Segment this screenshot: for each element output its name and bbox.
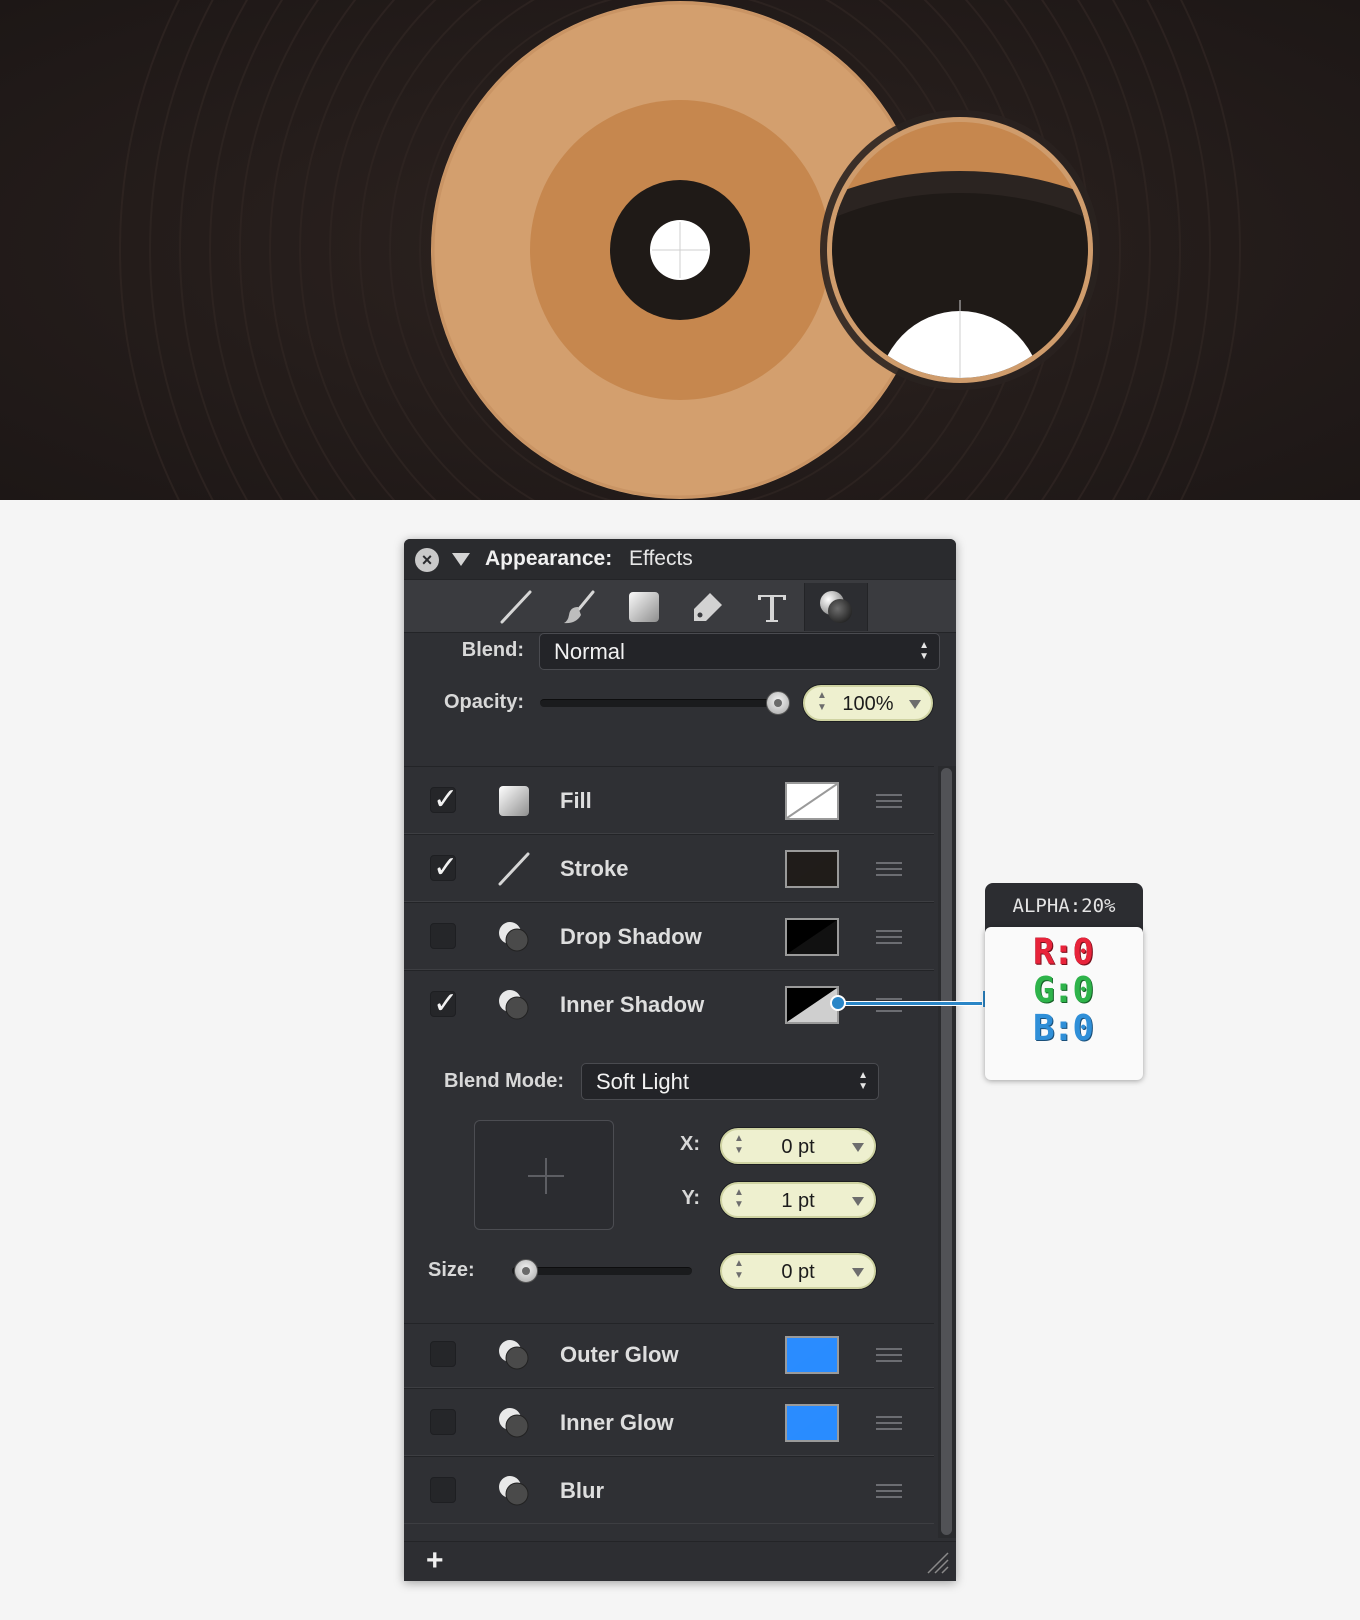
effect-row-blur[interactable]: Blur [404, 1456, 934, 1524]
callout-red-value: R:0 [1033, 932, 1094, 973]
x-label: X: [680, 1133, 700, 1155]
callout-connector [836, 1001, 986, 1006]
size-stepper[interactable]: ▲ ▼ 0 pt [720, 1253, 876, 1289]
opacity-slider[interactable] [540, 699, 778, 707]
drag-handle-icon[interactable] [876, 794, 902, 808]
blend-mode-value: Soft Light [596, 1069, 689, 1094]
outer-glow-checkbox[interactable] [430, 1341, 456, 1367]
inner-glow-color-swatch[interactable] [785, 1404, 839, 1442]
panel-titlebar: × Appearance: Effects [404, 539, 956, 579]
stroke-checkbox[interactable] [430, 850, 458, 885]
blend-select-value: Normal [554, 639, 625, 664]
outer-glow-label: Outer Glow [560, 1342, 679, 1367]
callout-blue-value: B:0 [1033, 1008, 1094, 1049]
callout-body: R:0 G:0 B:0 [985, 927, 1143, 1080]
effect-row-outer-glow[interactable]: Outer Glow [404, 1320, 934, 1388]
effect-icon [496, 1337, 532, 1373]
resize-grip-icon[interactable] [924, 1549, 950, 1575]
panel-title-label: Appearance: [485, 547, 613, 570]
effect-row-drop-shadow[interactable]: Drop Shadow [404, 902, 934, 970]
opacity-label: Opacity: [443, 691, 524, 713]
effect-icon [496, 1405, 532, 1441]
fill-color-swatch[interactable] [785, 782, 839, 820]
color-callout: ALPHA:20% R:0 G:0 B:0 [985, 883, 1143, 1080]
effect-row-fill[interactable]: Fill [404, 766, 934, 834]
drop-shadow-color-swatch[interactable] [785, 918, 839, 956]
outer-glow-color-swatch[interactable] [785, 1336, 839, 1374]
stroke-icon [496, 851, 532, 887]
panel-title-value: Effects [629, 547, 693, 570]
effects-tool-icon[interactable] [804, 583, 868, 631]
blend-mode-select[interactable]: Soft Light ▲ ▼ [581, 1063, 879, 1100]
blur-label: Blur [560, 1478, 604, 1503]
blend-select[interactable]: Normal ▲ ▼ [539, 633, 940, 670]
effect-icon [496, 1473, 532, 1509]
effects-list: Fill Stroke Drop Shadow Inner Shadow Outer G… [404, 766, 956, 1541]
blur-checkbox[interactable] [430, 1477, 456, 1503]
line-tool-icon[interactable] [484, 583, 548, 631]
artwork-canvas [0, 0, 1360, 500]
tag-tool-icon[interactable] [676, 583, 740, 631]
effects-scrollbar[interactable] [938, 766, 956, 1538]
scrollbar-thumb[interactable] [941, 768, 952, 1535]
appearance-toolbar [404, 579, 956, 633]
select-arrows-icon: ▲ ▼ [919, 640, 929, 662]
appearance-panel: × Appearance: Effects Blend: Normal ▲ ▼ O… [404, 539, 956, 1581]
blend-label: Blend: [461, 639, 524, 661]
opacity-slider-knob[interactable] [766, 691, 790, 715]
effect-row-stroke[interactable]: Stroke [404, 834, 934, 902]
fill-icon [496, 783, 532, 819]
inner-shadow-checkbox[interactable] [430, 986, 458, 1021]
blend-mode-label: Blend Mode: [444, 1070, 564, 1092]
effect-icon [496, 987, 532, 1023]
y-label: Y: [681, 1187, 700, 1209]
stroke-color-swatch[interactable] [785, 850, 839, 888]
dropdown-arrow-icon[interactable] [852, 1143, 864, 1152]
y-offset-stepper[interactable]: ▲ ▼ 1 pt [720, 1182, 876, 1218]
callout-green-value: G:0 [1033, 970, 1094, 1011]
select-arrows-icon: ▲ ▼ [858, 1070, 868, 1092]
x-offset-stepper[interactable]: ▲ ▼ 0 pt [720, 1128, 876, 1164]
disclosure-triangle-icon[interactable] [452, 553, 470, 566]
fill-tool-icon[interactable] [612, 583, 676, 631]
drag-handle-icon[interactable] [876, 1484, 902, 1498]
dropdown-arrow-icon[interactable] [909, 700, 921, 709]
inner-shadow-label: Inner Shadow [560, 992, 705, 1017]
size-slider[interactable] [512, 1267, 692, 1275]
fill-label: Fill [560, 788, 592, 813]
drag-handle-icon[interactable] [876, 930, 902, 944]
drag-handle-icon[interactable] [876, 862, 902, 876]
inner-glow-label: Inner Glow [560, 1410, 674, 1435]
crosshair-icon-vertical [545, 1158, 547, 1194]
callout-anchor-dot [830, 995, 846, 1011]
panel-footer: + [404, 1541, 956, 1581]
close-button[interactable]: × [415, 548, 439, 572]
text-tool-icon[interactable] [740, 583, 804, 631]
dropdown-arrow-icon[interactable] [852, 1268, 864, 1277]
callout-alpha-label: ALPHA:20% [985, 883, 1143, 933]
size-label: Size: [428, 1259, 475, 1281]
drag-handle-icon[interactable] [876, 1416, 902, 1430]
opacity-stepper[interactable]: ▲ ▼ 100% [803, 685, 933, 721]
shadow-offset-pad[interactable] [474, 1120, 614, 1230]
inner-shadow-settings: Blend Mode: Soft Light ▲ ▼ X: ▲ ▼ 0 pt Y: ▲ ▼ 1 pt S… [404, 1029, 934, 1324]
dropdown-arrow-icon[interactable] [852, 1197, 864, 1206]
fill-checkbox[interactable] [430, 782, 458, 817]
effect-row-inner-glow[interactable]: Inner Glow [404, 1388, 934, 1456]
drop-shadow-checkbox[interactable] [430, 923, 456, 949]
drop-shadow-label: Drop Shadow [560, 924, 702, 949]
inner-glow-checkbox[interactable] [430, 1409, 456, 1435]
effect-icon [496, 919, 532, 955]
brush-tool-icon[interactable] [548, 583, 612, 631]
drag-handle-icon[interactable] [876, 1348, 902, 1362]
size-slider-knob[interactable] [514, 1259, 538, 1283]
add-effect-button[interactable]: + [426, 1543, 444, 1579]
stroke-label: Stroke [560, 856, 629, 881]
